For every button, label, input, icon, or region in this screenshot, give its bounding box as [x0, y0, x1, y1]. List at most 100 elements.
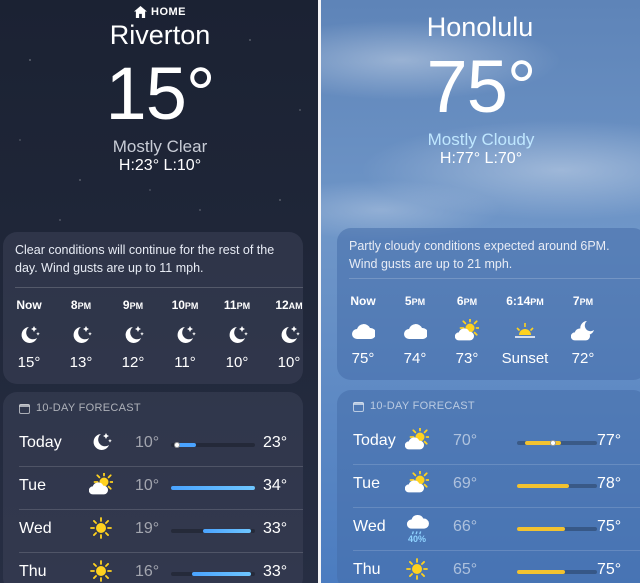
precip-chance: 40% — [407, 534, 426, 544]
day-label: Today — [19, 434, 62, 451]
riverton-pane[interactable]: HOME Riverton 15° Mostly Clear H:23° L:1… — [0, 0, 319, 583]
high-temp: 75° — [597, 561, 622, 578]
partly-cloudy-sun-icon — [405, 471, 429, 493]
hour-icon-wrap — [263, 320, 315, 350]
hourly-item: 5PM 74° — [389, 294, 441, 367]
ten-day-forecast-card[interactable]: 10-DAY FORECAST Today 70° 77° Tue 69° 78… — [337, 390, 640, 583]
hour-icon-wrap — [337, 316, 389, 346]
temp-range-fill — [517, 527, 565, 531]
daily-row[interactable]: Tue 69° 78° — [337, 465, 640, 508]
hour-temp: 12° — [121, 354, 145, 371]
cloud-icon — [352, 324, 375, 339]
temp-range-fill — [517, 484, 569, 488]
day-label: Tue — [19, 477, 46, 494]
hour-temp: 72° — [571, 350, 595, 367]
temp-range-fill — [517, 570, 565, 574]
temp-range-fill — [171, 486, 255, 490]
high-low: H:77° L:70° — [439, 150, 523, 167]
hourly-item: Now 75° — [337, 294, 389, 367]
hourly-strip[interactable]: Now 75° 5PM 74° 6PM 73° 6:14PM Sunset 7PM 72… — [337, 294, 640, 367]
honolulu-pane[interactable]: Honolulu 75° Mostly Cloudy H:77° L:70° P… — [321, 0, 640, 583]
daily-row[interactable]: Wed 40% 66° 75° — [337, 508, 640, 551]
hour-label: Now — [350, 294, 376, 308]
low-temp: 69° — [453, 475, 478, 492]
forecast-header: 10-DAY FORECAST — [3, 392, 303, 414]
day-icon-wrap — [403, 557, 431, 583]
high-temp: 33° — [263, 520, 288, 537]
high-temp: 78° — [597, 475, 622, 492]
hour-label: 12AM — [275, 298, 303, 312]
high-temp: 23° — [263, 434, 288, 451]
moon-stars-icon — [93, 433, 112, 450]
low-temp: 10° — [135, 434, 160, 451]
day-label: Thu — [353, 561, 381, 578]
forecast-title: 10-DAY FORECAST — [370, 400, 475, 412]
day-label: Thu — [19, 563, 47, 580]
day-icon-wrap: 40% — [403, 514, 431, 544]
moon-stars-icon — [281, 326, 300, 343]
hour-icon-wrap — [211, 320, 263, 350]
hour-icon-wrap — [441, 316, 493, 346]
partly-cloudy-moon-icon — [571, 321, 594, 341]
temp-range-bar — [171, 529, 255, 533]
home-label: HOME — [151, 6, 186, 18]
high-temp: 75° — [597, 518, 622, 535]
temp-range-bar — [171, 442, 255, 448]
temp-range-bar — [517, 440, 597, 446]
daily-row[interactable]: Wed 19° 33° — [3, 510, 303, 553]
day-label: Wed — [19, 520, 52, 537]
hourly-strip[interactable]: Now 15° 8PM 13° 9PM 12° 10PM 11° 11PM 10° 12A… — [3, 298, 303, 371]
hour-temp: 10° — [277, 354, 301, 371]
daily-row[interactable]: Today 10° 23° — [3, 424, 303, 467]
moon-stars-icon — [21, 326, 40, 343]
moon-stars-icon — [125, 326, 144, 343]
daily-row[interactable]: Thu 65° 75° — [337, 551, 640, 583]
low-temp: 16° — [135, 563, 160, 580]
day-icon-wrap — [87, 559, 115, 583]
temp-range-fill — [192, 572, 251, 576]
partly-cloudy-sun-icon — [89, 473, 113, 495]
forecast-summary: Clear conditions will continue for the r… — [15, 243, 275, 275]
hour-temp: 10° — [225, 354, 249, 371]
hour-temp: 13° — [69, 354, 93, 371]
cloud-icon — [404, 324, 427, 339]
day-icon-wrap — [87, 516, 115, 546]
home-icon — [134, 6, 147, 18]
hour-icon-wrap — [55, 320, 107, 350]
high-low: H:23° L:10° — [118, 157, 202, 174]
low-temp: 10° — [135, 477, 160, 494]
day-icon-wrap — [87, 430, 115, 460]
current-temp-dot — [173, 442, 180, 448]
hour-label: Now — [16, 298, 42, 312]
high-temp: 34° — [263, 477, 288, 494]
daily-row[interactable]: Today 70° 77° — [337, 422, 640, 465]
day-label: Wed — [353, 518, 386, 535]
hour-label: 5PM — [404, 294, 426, 308]
hour-temp: 15° — [17, 354, 41, 371]
card-divider — [349, 278, 640, 279]
city-name: Riverton — [109, 20, 211, 50]
low-temp: 70° — [453, 432, 478, 449]
calendar-icon — [19, 403, 30, 414]
hourly-item: 6PM 73° — [441, 294, 493, 367]
forecast-summary: Partly cloudy conditions expected around… — [349, 239, 610, 271]
hour-label: 6PM — [456, 294, 478, 308]
low-temp: 65° — [453, 561, 478, 578]
hourly-forecast-card[interactable]: Clear conditions will continue for the r… — [3, 232, 303, 384]
daily-row[interactable]: Thu 16° 33° — [3, 553, 303, 583]
forecast-title: 10-DAY FORECAST — [36, 402, 141, 414]
hour-temp: 75° — [351, 350, 375, 367]
low-temp: 66° — [453, 518, 478, 535]
hour-temp: Sunset — [501, 350, 549, 367]
day-icon-wrap — [403, 471, 431, 501]
hourly-item: 8PM 13° — [55, 298, 107, 371]
day-label: Tue — [353, 475, 380, 492]
ten-day-forecast-card[interactable]: 10-DAY FORECAST Today 10° 23° Tue 10° 34… — [3, 392, 303, 583]
hourly-forecast-card[interactable]: Partly cloudy conditions expected around… — [337, 228, 640, 380]
partly-cloudy-sun-icon — [455, 319, 479, 341]
hour-icon-wrap — [389, 316, 441, 346]
hourly-item: 7PM 72° — [557, 294, 609, 367]
day-label: Today — [353, 432, 396, 449]
card-divider — [15, 287, 303, 288]
daily-row[interactable]: Tue 10° 34° — [3, 467, 303, 510]
